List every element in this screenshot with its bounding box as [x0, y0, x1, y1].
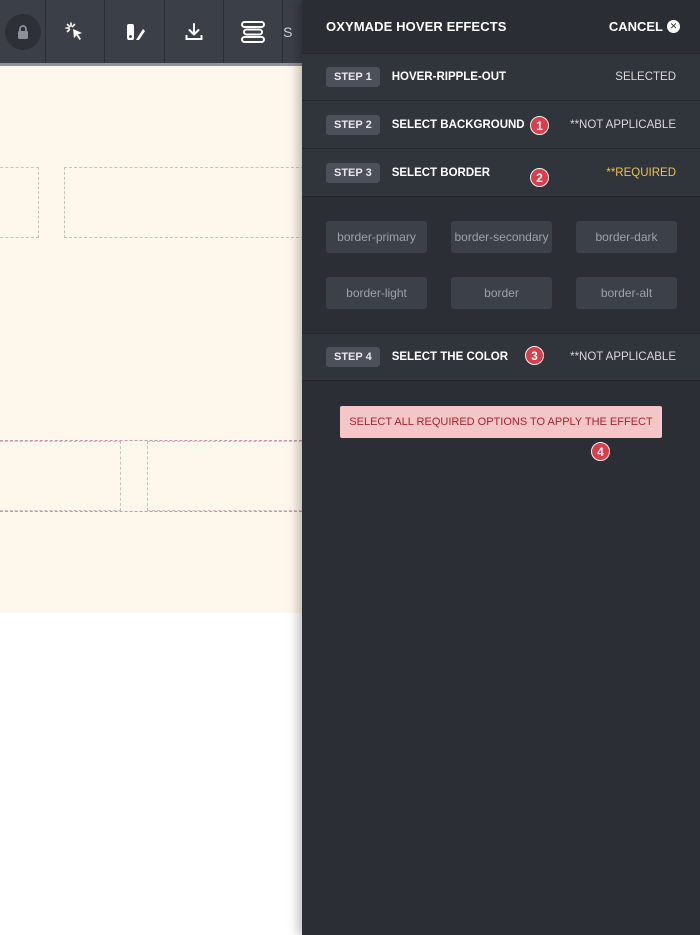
lock-button[interactable]: [0, 0, 47, 63]
border-options-grid: border-primary border-secondary border-d…: [302, 197, 700, 333]
callout-marker: 4: [591, 442, 610, 461]
step-name: SELECT THE COLOR: [391, 351, 508, 363]
border-option[interactable]: border-alt: [576, 277, 677, 309]
step-status: **NOT APPLICABLE: [570, 118, 676, 131]
step-status: **NOT APPLICABLE: [570, 351, 676, 363]
apply-section: SELECT ALL REQUIRED OPTIONS TO APPLY THE…: [302, 381, 700, 461]
step-badge: STEP 4: [326, 347, 380, 367]
step-2-row[interactable]: STEP 2 SELECT BACKGROUND 1 **NOT APPLICA…: [302, 101, 700, 149]
callout-marker: 2: [530, 168, 549, 187]
step-1-row[interactable]: STEP 1 HOVER-RIPPLE-OUT SELECTED: [302, 53, 700, 101]
canvas-placeholder-box: [147, 441, 302, 511]
step-badge: STEP 3: [326, 162, 380, 183]
border-option[interactable]: border-light: [326, 277, 427, 309]
structure-button[interactable]: [224, 0, 284, 63]
step-status: SELECTED: [615, 71, 676, 83]
download-icon: [184, 22, 204, 42]
step-badge: STEP 1: [326, 67, 380, 87]
step-4-row[interactable]: STEP 4 SELECT THE COLOR 3 **NOT APPLICAB…: [302, 333, 700, 381]
canvas-placeholder-box: [0, 167, 39, 238]
select-element-button[interactable]: [46, 0, 106, 63]
canvas-placeholder-box: [64, 167, 302, 238]
step-3-row[interactable]: STEP 3 SELECT BORDER 2 **REQUIRED: [302, 149, 700, 197]
builder-canvas[interactable]: [0, 66, 302, 613]
canvas-section-guide: [0, 511, 302, 512]
step-name: SELECT BORDER: [391, 166, 491, 179]
callout-marker: 1: [530, 116, 549, 135]
step-badge: STEP 2: [326, 114, 380, 135]
paint-brush-icon: [124, 21, 146, 43]
panel-title: OXYMADE HOVER EFFECTS: [326, 19, 507, 34]
stack-icon: [240, 19, 266, 45]
style-button[interactable]: [105, 0, 165, 63]
apply-effect-button[interactable]: SELECT ALL REQUIRED OPTIONS TO APPLY THE…: [340, 406, 662, 438]
border-option[interactable]: border-dark: [576, 221, 677, 253]
lock-icon: [4, 13, 41, 50]
step-status-required: **REQUIRED: [606, 166, 676, 179]
panel-header: OXYMADE HOVER EFFECTS CANCEL ✕: [302, 0, 700, 53]
hover-effects-panel: OXYMADE HOVER EFFECTS CANCEL ✕ STEP 1 HO…: [302, 0, 700, 935]
step-name: SELECT BACKGROUND: [391, 118, 525, 131]
callout-marker: 3: [525, 346, 544, 365]
download-button[interactable]: [165, 0, 224, 63]
builder-toolbar: S: [0, 0, 302, 63]
canvas-placeholder-box: [0, 441, 121, 511]
border-option[interactable]: border: [451, 277, 552, 309]
cancel-label: CANCEL: [608, 19, 663, 34]
border-option[interactable]: border-primary: [326, 221, 427, 253]
step-name: HOVER-RIPPLE-OUT: [391, 71, 507, 83]
border-option[interactable]: border-secondary: [451, 221, 552, 253]
cursor-click-icon: [64, 21, 86, 43]
toolbar-cut-label: S: [283, 23, 293, 40]
cancel-button[interactable]: CANCEL ✕: [609, 19, 680, 34]
close-icon: ✕: [667, 20, 680, 33]
